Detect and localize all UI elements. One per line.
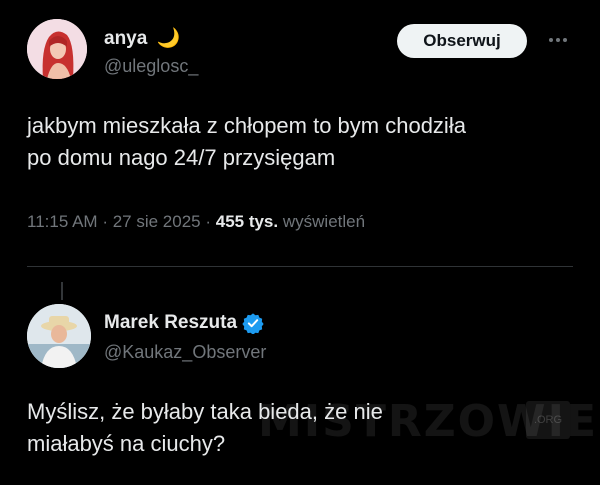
tweet-text-line: po domu nago 24/7 przysięgam [27, 145, 336, 170]
tweet-text: jakbym mieszkała z chłopem to bym chodzi… [27, 110, 466, 174]
divider [27, 266, 573, 267]
reply-author-handle[interactable]: @Kaukaz_Observer [104, 342, 266, 363]
follow-button[interactable]: Obserwuj [397, 24, 527, 58]
tweet-time[interactable]: 11:15 AM [27, 212, 98, 231]
moon-icon: 🌙 [156, 28, 181, 49]
reply-text: Myślisz, że byłaby taka bieda, że nie mi… [27, 396, 383, 460]
author-avatar[interactable] [27, 19, 87, 79]
watermark-badge: .ORG [526, 401, 570, 439]
thread-line [61, 282, 63, 300]
more-options-icon[interactable] [543, 30, 573, 50]
tweet-date[interactable]: 27 sie 2025 [113, 212, 201, 231]
separator-dot: · [102, 212, 113, 231]
views-label: wyświetleń [282, 212, 366, 231]
verified-badge-icon [242, 313, 264, 334]
views-count: 455 tys. [215, 212, 279, 231]
author-name-text[interactable]: anya [104, 28, 147, 49]
reply-text-line: Myślisz, że byłaby taka bieda, że nie [27, 399, 383, 424]
reply-text-line: miałabyś na ciuchy? [27, 431, 226, 456]
author-name[interactable]: anya 🌙 [104, 26, 180, 50]
reply-author-name-text[interactable]: Marek Reszuta [104, 312, 237, 334]
reply-author-name[interactable]: Marek Reszuta [104, 312, 264, 334]
tweet-meta: 11:15 AM · 27 sie 2025 · 455 tys. wyświe… [27, 212, 365, 232]
tweet-text-line: jakbym mieszkała z chłopem to bym chodzi… [27, 113, 466, 138]
separator-dot: · [205, 212, 216, 231]
reply-author-avatar[interactable] [27, 304, 91, 368]
author-handle[interactable]: @uleglosc_ [104, 56, 198, 77]
